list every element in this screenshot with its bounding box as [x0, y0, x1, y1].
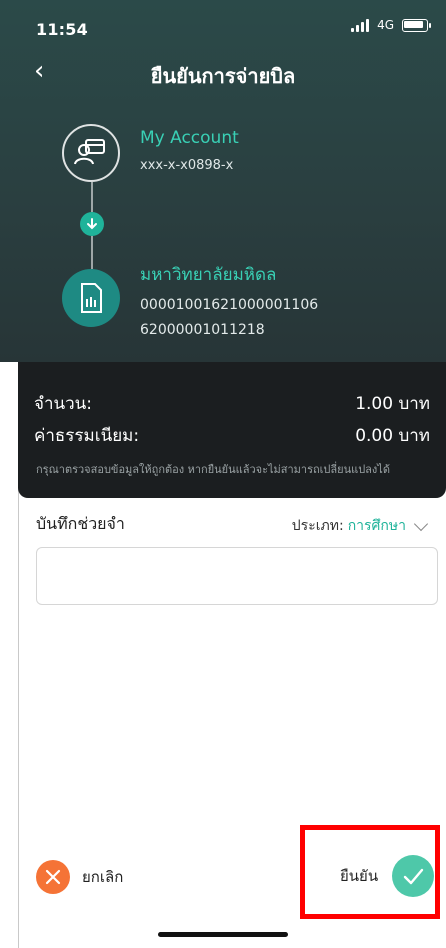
amount-row: จำนวน: 1.00 บาท — [34, 390, 430, 417]
warning-note: กรุณาตรวจสอบข้อมูลให้ถูกต้อง หากยืนยันแล… — [36, 463, 390, 476]
arrow-down-icon — [80, 212, 104, 236]
biller-ref2: 62000001011218 — [140, 322, 265, 338]
home-indicator — [158, 932, 288, 937]
amount-label: จำนวน: — [34, 394, 93, 414]
category-selector[interactable]: ประเภท: การศึกษา — [291, 515, 429, 537]
fee-row: ค่าธรรมเนียม: 0.00 บาท — [34, 422, 430, 449]
account-icon — [62, 124, 120, 182]
confirm-button[interactable]: ยืนยัน — [340, 855, 435, 897]
network-type: 4G — [377, 18, 394, 32]
connector-line — [91, 236, 93, 269]
signal-icon — [351, 18, 370, 32]
connector-line — [91, 182, 93, 212]
status-indicators: 4G — [351, 18, 431, 32]
check-icon — [392, 855, 435, 897]
chevron-down-icon — [413, 516, 429, 531]
memo-input[interactable] — [36, 547, 438, 605]
confirm-header-panel: 11:54 4G ‹ ยืนยันการจ่ายบิล My Account x… — [0, 0, 446, 362]
status-time: 11:54 — [36, 20, 88, 39]
confirm-label: ยืนยัน — [340, 867, 379, 885]
app-screen: 11:54 4G ‹ ยืนยันการจ่ายบิล My Account x… — [0, 0, 446, 948]
fee-value: 0.00 บาท — [355, 426, 430, 446]
amount-value: 1.00 บาท — [355, 394, 430, 414]
biller-ref1: 0000100162100000​1106 — [140, 297, 319, 313]
close-icon — [36, 860, 70, 894]
cancel-label: ยกเลิก — [82, 868, 124, 886]
bill-document-icon — [62, 269, 120, 327]
from-account-number: xxx-x-x0898-x — [140, 158, 234, 173]
cancel-button[interactable]: ยกเลิก — [36, 860, 123, 894]
page-title: ยืนยันการจ่ายบิล — [150, 64, 296, 88]
status-bar: 11:54 4G — [0, 0, 446, 46]
fee-label: ค่าธรรมเนียม: — [34, 426, 140, 446]
nav-bar: ‹ ยืนยันการจ่ายบิล — [0, 52, 446, 96]
category-value: การศึกษา — [347, 518, 406, 534]
amount-summary: จำนวน: 1.00 บาท ค่าธรรมเนียม: 0.00 บาท ก… — [18, 362, 446, 498]
biller-name: มหาวิทยาลัยมหิดล — [140, 265, 277, 285]
category-label: ประเภท: — [291, 518, 344, 534]
memo-label: บันทึกช่วยจำ — [36, 514, 125, 533]
battery-icon — [402, 18, 431, 32]
from-account-name: My Account — [140, 128, 239, 148]
